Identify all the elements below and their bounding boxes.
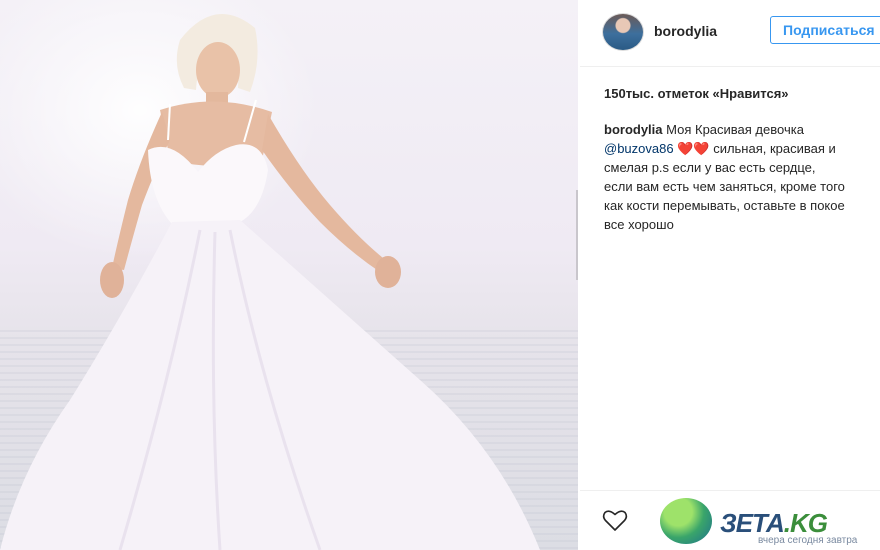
watermark-brand-main: ЗЕТА <box>720 508 785 538</box>
profile-avatar[interactable] <box>602 13 644 51</box>
watermark-tagline: вчера сегодня завтра <box>758 535 858 546</box>
caption-author[interactable]: borodylia <box>604 122 663 137</box>
likes-count[interactable]: 150тыс. отметок «Нравится» <box>604 86 789 101</box>
post-side-panel: borodylia Подписаться 150тыс. отметок «Н… <box>580 0 880 550</box>
caption-text-1: Моя Красивая девочка <box>666 122 804 137</box>
bride-figure <box>0 14 540 550</box>
site-watermark: ЗЕТА.KG вчера сегодня завтра <box>660 498 880 550</box>
caption-text-2: ❤️❤️ сильная, красивая и <box>677 141 836 156</box>
caption-line-2: @buzova86 ❤️❤️ сильная, красивая и <box>604 139 880 158</box>
caption-line-5: как кости перемывать, оставьте в покое <box>604 198 845 213</box>
heart-outline-icon[interactable] <box>602 508 628 532</box>
photo-edge <box>576 190 578 280</box>
follow-button[interactable]: Подписаться <box>770 16 880 44</box>
post-photo[interactable] <box>0 0 578 550</box>
post-header: borodylia Подписаться <box>580 0 880 67</box>
caption-line-3: смелая️ p.s если у вас есть сердце, <box>604 160 816 175</box>
post-caption: borodylia Моя Красивая девочка @buzova86… <box>604 120 880 234</box>
mention-link[interactable]: @buzova86 <box>604 141 674 156</box>
watermark-brand-suffix: .KG <box>783 508 828 538</box>
actions-divider <box>580 490 880 491</box>
username-link[interactable]: borodylia <box>654 23 717 39</box>
caption-line-4: если вам есть чем заняться, кроме того <box>604 179 845 194</box>
caption-line-6: все хорошо <box>604 217 674 232</box>
globe-logo <box>660 498 712 544</box>
caption-line-1: borodylia Моя Красивая девочка <box>604 120 880 139</box>
